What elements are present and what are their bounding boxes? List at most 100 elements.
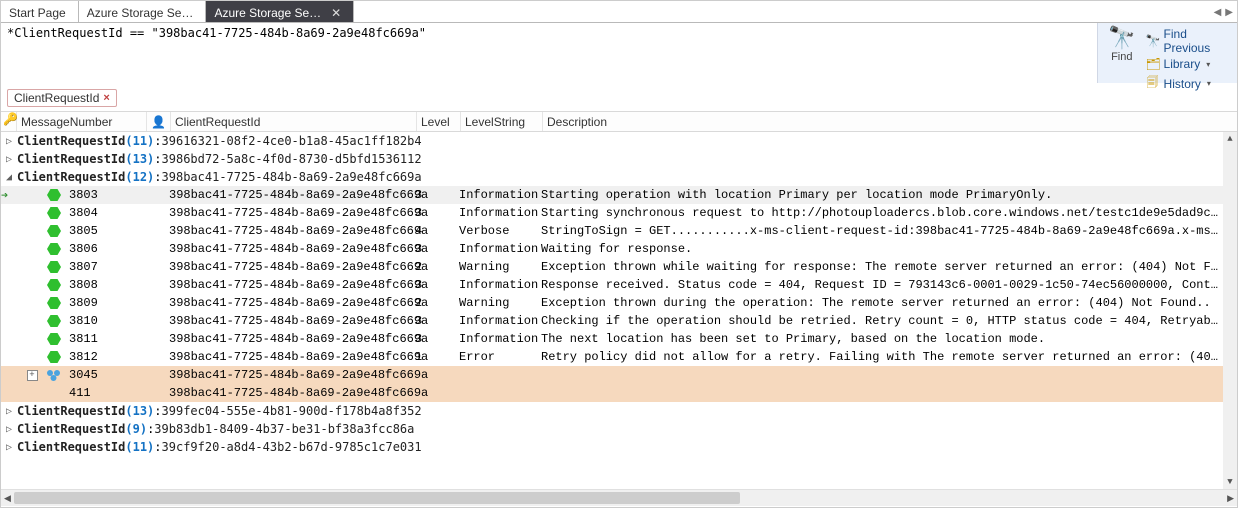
expand-icon[interactable]: ▷ bbox=[1, 442, 17, 453]
group-count: (11) bbox=[125, 440, 154, 454]
cell-level-string: Information bbox=[455, 314, 537, 328]
header-status-icon: 👤 bbox=[147, 112, 171, 131]
expand-icon[interactable]: ▷ bbox=[1, 136, 17, 147]
hex-icon bbox=[47, 297, 61, 309]
tab-azure-2[interactable]: Azure Storage Se… ✕ bbox=[206, 1, 354, 22]
column-headers: 🔑 MessageNumber 👤 ClientRequestId Level … bbox=[1, 111, 1237, 132]
cell-level: 4 bbox=[411, 224, 455, 238]
cell-client-request-id: 398bac41-7725-484b-8a69-2a9e48fc669a bbox=[165, 188, 411, 202]
group-label: ClientRequestId bbox=[17, 134, 125, 148]
find-previous-button[interactable]: 🔭Find Previous bbox=[1146, 27, 1231, 55]
data-row[interactable]: 3808398bac41-7725-484b-8a69-2a9e48fc669a… bbox=[1, 276, 1223, 294]
cluster-icon bbox=[47, 370, 60, 381]
hscroll-track[interactable] bbox=[14, 490, 1224, 506]
find-panel: 🔭 Find 🔭Find Previous 🗂Library▾ 🗐History… bbox=[1097, 23, 1237, 83]
row-type-icon bbox=[47, 370, 67, 381]
cell-level-string: Information bbox=[455, 188, 537, 202]
cell-level-string: Verbose bbox=[455, 224, 537, 238]
group-row[interactable]: ▷ClientRequestId (13): 399fec04-555e-4b8… bbox=[1, 402, 1223, 420]
library-dropdown[interactable]: 🗂Library▾ bbox=[1146, 57, 1231, 71]
group-id: 3986bd72-5a8c-4f0d-8730-d5bfd1536112 bbox=[162, 152, 422, 166]
collapse-icon[interactable]: ◢ bbox=[1, 172, 17, 183]
data-row[interactable]: 3809398bac41-7725-484b-8a69-2a9e48fc669a… bbox=[1, 294, 1223, 312]
row-type-icon bbox=[47, 243, 67, 255]
row-type-icon bbox=[47, 189, 67, 201]
row-type-icon bbox=[47, 297, 67, 309]
group-row[interactable]: ▷ClientRequestId (11): 39cf9f20-a8d4-43b… bbox=[1, 438, 1223, 456]
data-row[interactable]: 3812398bac41-7725-484b-8a69-2a9e48fc669a… bbox=[1, 348, 1223, 366]
group-count: (11) bbox=[125, 134, 154, 148]
data-row[interactable]: ➔3803398bac41-7725-484b-8a69-2a9e48fc669… bbox=[1, 186, 1223, 204]
data-row[interactable]: 411398bac41-7725-484b-8a69-2a9e48fc669a bbox=[1, 384, 1223, 402]
tab-azure-1[interactable]: Azure Storage Se… bbox=[79, 1, 207, 22]
cell-client-request-id: 398bac41-7725-484b-8a69-2a9e48fc669a bbox=[165, 206, 411, 220]
header-client-request-id[interactable]: ClientRequestId bbox=[171, 112, 417, 131]
cell-description: Exception thrown during the operation: T… bbox=[537, 296, 1223, 310]
scroll-right-icon[interactable]: ▶ bbox=[1224, 493, 1237, 504]
group-row[interactable]: ▷ClientRequestId (9): 39b83db1-8409-4b37… bbox=[1, 420, 1223, 438]
row-type-icon bbox=[47, 207, 67, 219]
data-row[interactable]: 3805398bac41-7725-484b-8a69-2a9e48fc669a… bbox=[1, 222, 1223, 240]
data-row[interactable]: +3045398bac41-7725-484b-8a69-2a9e48fc669… bbox=[1, 366, 1223, 384]
group-id: 399fec04-555e-4b81-900d-f178b4a8f352 bbox=[162, 404, 422, 418]
cell-level-string: Information bbox=[455, 206, 537, 220]
group-id: 39616321-08f2-4ce0-b1a8-45ac1ff182b4 bbox=[162, 134, 422, 148]
chevron-down-icon: ▾ bbox=[1206, 60, 1210, 69]
header-message-number[interactable]: MessageNumber bbox=[17, 112, 147, 131]
tab-prev-icon[interactable]: ◀ bbox=[1212, 7, 1224, 18]
query-input[interactable] bbox=[1, 23, 1097, 83]
expand-child-icon[interactable]: + bbox=[27, 370, 38, 381]
find-button[interactable]: Find bbox=[1111, 51, 1132, 63]
cell-level-string: Error bbox=[455, 350, 537, 364]
data-grid: ▷ClientRequestId (11): 39616321-08f2-4ce… bbox=[1, 132, 1237, 489]
header-level-string[interactable]: LevelString bbox=[461, 112, 543, 131]
tab-bar: Start Page Azure Storage Se… Azure Stora… bbox=[1, 1, 1237, 23]
row-gutter: ➔ bbox=[1, 188, 17, 203]
scroll-left-icon[interactable]: ◀ bbox=[1, 493, 14, 504]
cell-client-request-id: 398bac41-7725-484b-8a69-2a9e48fc669a bbox=[165, 332, 411, 346]
data-row[interactable]: 3807398bac41-7725-484b-8a69-2a9e48fc669a… bbox=[1, 258, 1223, 276]
cell-description: Waiting for response. bbox=[537, 242, 1223, 256]
group-id: 39cf9f20-a8d4-43b2-b67d-9785c1c7e031 bbox=[162, 440, 422, 454]
data-row[interactable]: 3804398bac41-7725-484b-8a69-2a9e48fc669a… bbox=[1, 204, 1223, 222]
header-level[interactable]: Level bbox=[417, 112, 461, 131]
group-label: ClientRequestId bbox=[17, 404, 125, 418]
data-row[interactable]: 3806398bac41-7725-484b-8a69-2a9e48fc669a… bbox=[1, 240, 1223, 258]
hex-icon bbox=[47, 333, 61, 345]
grouping-chip[interactable]: ClientRequestId × bbox=[7, 89, 117, 107]
row-type-icon bbox=[47, 279, 67, 291]
key-icon: 🔑 bbox=[1, 112, 18, 126]
grouping-chip-row: ClientRequestId × bbox=[1, 83, 1237, 111]
group-row[interactable]: ▷ClientRequestId (11): 39616321-08f2-4ce… bbox=[1, 132, 1223, 150]
tab-start-page[interactable]: Start Page bbox=[1, 1, 79, 22]
hex-icon bbox=[47, 351, 61, 363]
hscroll-thumb[interactable] bbox=[14, 492, 740, 504]
header-description[interactable]: Description bbox=[543, 112, 1237, 131]
group-row[interactable]: ◢ClientRequestId (12): 398bac41-7725-484… bbox=[1, 168, 1223, 186]
group-count: (13) bbox=[125, 404, 154, 418]
binoculars-icon[interactable]: 🔭 bbox=[1108, 27, 1135, 49]
remove-chip-icon[interactable]: × bbox=[103, 92, 109, 104]
cell-level: 3 bbox=[411, 206, 455, 220]
history-icon: 🗐 bbox=[1146, 73, 1160, 94]
cell-message-number: 3806 bbox=[67, 242, 165, 256]
cell-message-number: 3810 bbox=[67, 314, 165, 328]
group-row[interactable]: ▷ClientRequestId (13): 3986bd72-5a8c-4f0… bbox=[1, 150, 1223, 168]
close-icon[interactable]: ✕ bbox=[331, 6, 341, 20]
history-dropdown[interactable]: 🗐History▾ bbox=[1146, 73, 1231, 94]
tab-next-icon[interactable]: ▶ bbox=[1223, 7, 1235, 18]
expand-icon[interactable]: ▷ bbox=[1, 406, 17, 417]
cell-message-number: 3805 bbox=[67, 224, 165, 238]
expand-icon[interactable]: ▷ bbox=[1, 154, 17, 165]
row-type-icon bbox=[47, 261, 67, 273]
scroll-down-icon[interactable]: ▼ bbox=[1227, 475, 1232, 489]
toolbar: 🔭 Find 🔭Find Previous 🗂Library▾ 🗐History… bbox=[1, 23, 1237, 83]
expand-icon[interactable]: ▷ bbox=[1, 424, 17, 435]
vertical-scrollbar[interactable]: ▲ ▼ bbox=[1223, 132, 1237, 489]
data-row[interactable]: 3811398bac41-7725-484b-8a69-2a9e48fc669a… bbox=[1, 330, 1223, 348]
data-row[interactable]: 3810398bac41-7725-484b-8a69-2a9e48fc669a… bbox=[1, 312, 1223, 330]
scroll-up-icon[interactable]: ▲ bbox=[1227, 132, 1232, 146]
cell-message-number: 3812 bbox=[67, 350, 165, 364]
horizontal-scrollbar[interactable]: ◀ ▶ bbox=[1, 489, 1237, 506]
scroll-track[interactable] bbox=[1223, 146, 1237, 475]
